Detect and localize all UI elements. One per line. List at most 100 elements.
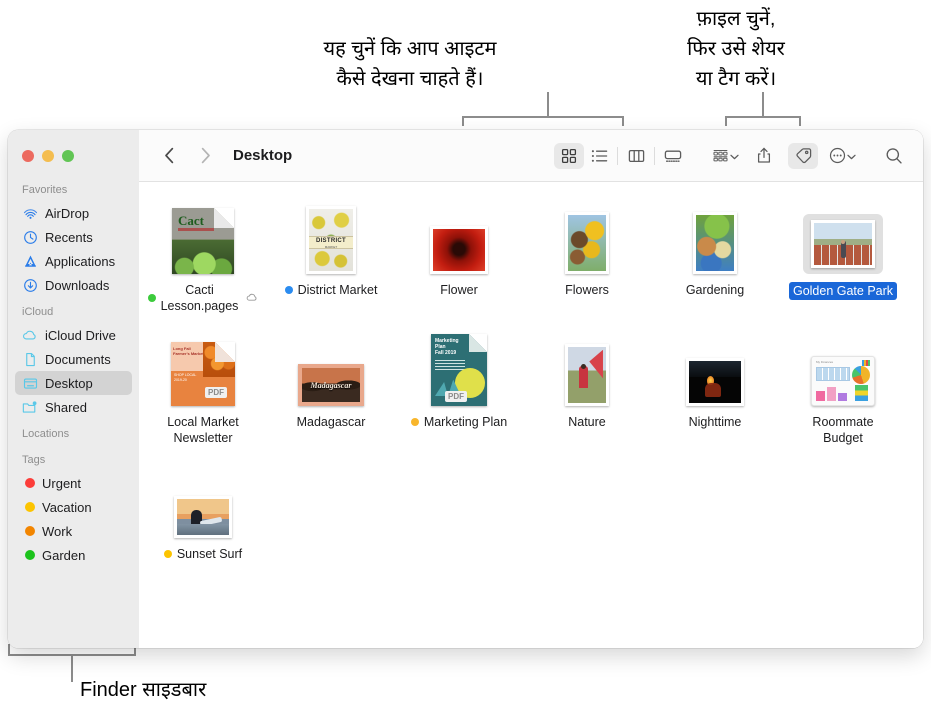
file-item[interactable]: Golden Gate Park <box>783 194 903 300</box>
cloud-icon <box>22 327 38 343</box>
file-item[interactable]: Sunset Surf <box>143 466 263 562</box>
file-name: Local Market Newsletter <box>167 415 239 445</box>
file-label: Madagascar <box>297 414 366 430</box>
sidebar-item-label: Desktop <box>45 375 93 391</box>
minimize-button[interactable] <box>42 150 54 162</box>
back-button[interactable] <box>155 142 183 170</box>
sidebar-item-shared[interactable]: Shared <box>15 395 132 419</box>
tag-dot-icon <box>25 550 35 560</box>
file-name: Marketing Plan <box>423 415 508 429</box>
file-name: Gardening <box>685 283 745 297</box>
file-label: District Market <box>284 282 378 298</box>
screenshot-root: यह चुनें कि आप आइटम कैसे देखना चाहते हैं… <box>0 0 931 713</box>
chevron-down-icon <box>729 147 739 165</box>
file-thumbnail: Cact <box>172 202 234 274</box>
more-button[interactable] <box>827 143 857 169</box>
file-label: Gardening <box>686 282 744 298</box>
file-item[interactable]: Gardening <box>655 202 775 298</box>
group-by-button[interactable] <box>710 143 740 169</box>
toolbar-divider <box>617 146 618 165</box>
file-label: Flowers <box>565 282 609 298</box>
sidebar-item-label: Vacation <box>42 499 92 515</box>
file-name: Sunset Surf <box>176 547 243 561</box>
sidebar-item-label: AirDrop <box>45 205 90 221</box>
sidebar-item-label: Urgent <box>42 475 82 491</box>
sidebar-item-label: Work <box>42 523 73 539</box>
gallery-view-button[interactable] <box>658 143 688 169</box>
sidebar-item-airdrop[interactable]: AirDrop <box>15 201 132 225</box>
file-item[interactable]: DISTRICT MARKET District Market <box>271 202 391 298</box>
sidebar-item-label: Applications <box>45 253 116 269</box>
sidebar-item-label: Garden <box>42 547 86 563</box>
close-button[interactable] <box>22 150 34 162</box>
finder-toolbar: Desktop <box>139 130 923 182</box>
file-item[interactable]: Madagascar Madagascar <box>271 334 391 430</box>
callout-finder-sidebar: Finder साइडबार <box>80 679 207 701</box>
sidebar-item-label: Downloads <box>45 277 110 293</box>
sidebar-item-tag-urgent[interactable]: Urgent <box>15 471 132 495</box>
file-label: Sunset Surf <box>163 546 243 562</box>
file-name: Nighttime <box>688 415 742 429</box>
finder-window: Favorites AirDrop Recents Applications D… <box>8 130 923 648</box>
sidebar-item-desktop[interactable]: Desktop <box>15 371 132 395</box>
sidebar-item-tag-work[interactable]: Work <box>15 519 132 543</box>
shared-folder-icon <box>22 399 38 415</box>
file-label: Nighttime <box>689 414 742 430</box>
file-label: Flower <box>440 282 478 298</box>
sidebar-item-label: Recents <box>45 229 93 245</box>
file-item[interactable]: Nighttime <box>655 334 775 430</box>
list-view-button[interactable] <box>584 143 614 169</box>
tag-button[interactable] <box>788 142 818 169</box>
breadcrumb-path[interactable]: Desktop <box>233 147 292 164</box>
file-grid: Cact Cacti Lesson.pages DISTRICT MARKET … <box>139 182 923 648</box>
sidebar-item-downloads[interactable]: Downloads <box>15 273 132 297</box>
sidebar-section-tags: Tags <box>22 454 46 466</box>
file-label: Cacti Lesson.pages <box>147 282 259 314</box>
chevron-down-icon <box>846 147 856 165</box>
file-label: Golden Gate Park <box>788 282 898 300</box>
sidebar-item-documents[interactable]: Documents <box>15 347 132 371</box>
sidebar-item-label: Shared <box>45 399 87 415</box>
tag-dot-icon <box>147 294 156 302</box>
sidebar-item-icloud-drive[interactable]: iCloud Drive <box>15 323 132 347</box>
file-item[interactable]: Cact Cacti Lesson.pages <box>143 202 263 314</box>
file-item[interactable]: My Finances Roommate Budget <box>783 334 903 446</box>
zoom-button[interactable] <box>62 150 74 162</box>
sidebar-item-recents[interactable]: Recents <box>15 225 132 249</box>
search-button[interactable] <box>879 143 909 169</box>
tag-dot-icon <box>25 478 35 488</box>
file-item[interactable]: Long Fall Farmer's Market SHOP LOCAL 2019-… <box>143 334 263 446</box>
file-item[interactable]: Flower <box>399 202 519 298</box>
file-name: District Market <box>297 283 378 297</box>
tag-dot-icon <box>410 418 419 426</box>
sidebar-item-tag-garden[interactable]: Garden <box>15 543 132 567</box>
sidebar-item-applications[interactable]: Applications <box>15 249 132 273</box>
tag-dot-icon <box>163 550 172 558</box>
file-thumbnail <box>565 202 609 274</box>
file-item[interactable]: Nature <box>527 334 647 430</box>
file-item[interactable]: Marketing Plan Fall 2019 PDF Marketing Pla… <box>399 328 519 430</box>
window-controls <box>22 150 74 162</box>
column-view-button[interactable] <box>621 143 651 169</box>
icon-view-button[interactable] <box>554 142 584 169</box>
desktop-icon <box>22 375 38 391</box>
file-name: Roommate Budget <box>812 415 874 445</box>
forward-button[interactable] <box>191 142 219 170</box>
sidebar-item-tag-vacation[interactable]: Vacation <box>15 495 132 519</box>
finder-sidebar: Favorites AirDrop Recents Applications D… <box>8 130 139 648</box>
file-thumbnail: Marketing Plan Fall 2019 PDF <box>431 328 487 406</box>
sidebar-item-label: iCloud Drive <box>45 327 116 343</box>
sidebar-list: Favorites AirDrop Recents Applications D… <box>8 130 139 567</box>
file-name: Nature <box>568 415 606 429</box>
file-name: Golden Gate Park <box>788 282 898 300</box>
share-button[interactable] <box>749 143 779 169</box>
file-name: Flower <box>440 283 478 297</box>
sidebar-section-favorites: Favorites <box>22 184 68 196</box>
file-item[interactable]: Flowers <box>527 202 647 298</box>
clock-icon <box>22 229 38 245</box>
toolbar-right-group <box>554 142 909 169</box>
tag-dot-icon <box>25 502 35 512</box>
airdrop-icon <box>22 205 38 221</box>
callout-view-options: यह चुनें कि आप आइटम कैसे देखना चाहते हैं… <box>323 38 497 90</box>
file-name: Madagascar <box>296 415 366 429</box>
